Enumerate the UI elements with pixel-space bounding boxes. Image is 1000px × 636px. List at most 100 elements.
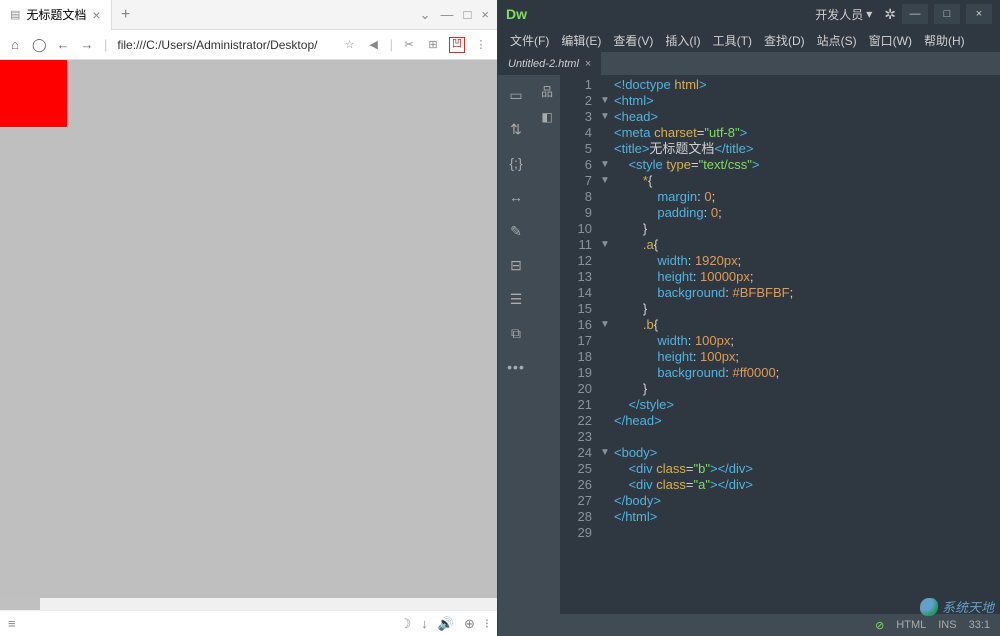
code-content[interactable]: width: 100px; (614, 333, 1000, 349)
tool-button[interactable]: ▭ (506, 85, 526, 105)
status-insert-mode[interactable]: INS (938, 619, 956, 631)
code-content[interactable]: width: 1920px; (614, 253, 1000, 269)
menu-item[interactable]: 编辑(E) (557, 30, 605, 51)
restore-icon[interactable]: ⌄ (420, 7, 431, 23)
code-content[interactable]: } (614, 301, 1000, 317)
fold-toggle-icon[interactable]: ▼ (600, 157, 614, 173)
download-icon[interactable]: ↓ (421, 616, 428, 632)
code-content[interactable]: <meta charset="utf-8"> (614, 125, 1000, 141)
browser-tab[interactable]: ▤ 无标题文档 × (0, 0, 112, 30)
fold-toggle-icon[interactable]: ▼ (600, 109, 614, 125)
fold-toggle-icon[interactable]: ▼ (600, 317, 614, 333)
gear-icon[interactable]: ✲ (884, 6, 896, 23)
menu-icon[interactable]: ≡ (8, 616, 16, 631)
code-line[interactable]: 12 width: 1920px; (560, 253, 1000, 269)
tool-button[interactable]: ☰ (506, 289, 526, 309)
code-content[interactable]: background: #ff0000; (614, 365, 1000, 381)
code-line[interactable]: 19 background: #ff0000; (560, 365, 1000, 381)
code-line[interactable]: 23 (560, 429, 1000, 445)
workspace-dropdown[interactable]: 开发人员 ▾ (809, 4, 878, 25)
dw-close-button[interactable]: × (966, 4, 992, 24)
code-content[interactable]: <div class="b"></div> (614, 461, 1000, 477)
more-tools-icon[interactable]: ••• (506, 357, 526, 377)
code-line[interactable]: 10 } (560, 221, 1000, 237)
code-content[interactable]: <head> (614, 109, 1000, 125)
fold-toggle-icon[interactable]: ▼ (600, 445, 614, 461)
code-content[interactable] (614, 429, 1000, 445)
document-tab-close[interactable]: × (585, 58, 591, 70)
code-content[interactable]: </style> (614, 397, 1000, 413)
code-line[interactable]: 2▼<html> (560, 93, 1000, 109)
pdf-icon[interactable]: 凹 (449, 37, 465, 53)
code-content[interactable]: height: 100px; (614, 349, 1000, 365)
code-content[interactable]: <style type="text/css"> (614, 157, 1000, 173)
status-ok-icon[interactable]: ⊘ (875, 619, 884, 632)
tool-button[interactable]: ↔ (506, 187, 526, 207)
night-mode-icon[interactable]: ☽ (400, 616, 412, 632)
tool-button[interactable]: ⧉ (506, 323, 526, 343)
cut-icon[interactable]: ✂ (401, 37, 417, 53)
code-line[interactable]: 7▼ *{ (560, 173, 1000, 189)
forward-button[interactable]: → (80, 37, 94, 52)
code-line[interactable]: 5<title>无标题文档</title> (560, 141, 1000, 157)
code-line[interactable]: 1<!doctype html> (560, 77, 1000, 93)
home-button[interactable]: ⌂ (8, 37, 22, 52)
code-line[interactable]: 15 } (560, 301, 1000, 317)
code-content[interactable]: background: #BFBFBF; (614, 285, 1000, 301)
menu-item[interactable]: 站点(S) (813, 30, 861, 51)
code-content[interactable]: <title>无标题文档</title> (614, 141, 1000, 157)
code-content[interactable]: .b{ (614, 317, 1000, 333)
code-line[interactable]: 25 <div class="b"></div> (560, 461, 1000, 477)
code-content[interactable]: <html> (614, 93, 1000, 109)
code-line[interactable]: 11▼ .a{ (560, 237, 1000, 253)
back-button[interactable]: ← (56, 37, 70, 52)
tool-button[interactable]: ⊟ (506, 255, 526, 275)
code-line[interactable]: 14 background: #BFBFBF; (560, 285, 1000, 301)
code-line[interactable]: 9 padding: 0; (560, 205, 1000, 221)
code-line[interactable]: 13 height: 10000px; (560, 269, 1000, 285)
dw-maximize-button[interactable]: □ (934, 4, 960, 24)
code-content[interactable]: </html> (614, 509, 1000, 525)
gutter-button[interactable]: ◧ (541, 110, 552, 124)
volume-icon[interactable]: 🔊 (438, 616, 454, 632)
fold-toggle-icon[interactable]: ▼ (600, 173, 614, 189)
code-content[interactable]: <div class="a"></div> (614, 477, 1000, 493)
tab-close-button[interactable]: × (92, 8, 100, 22)
code-line[interactable]: 16▼ .b{ (560, 317, 1000, 333)
scrollbar-thumb[interactable] (0, 598, 40, 610)
code-line[interactable]: 22</head> (560, 413, 1000, 429)
menu-item[interactable]: 窗口(W) (865, 30, 916, 51)
tool-button[interactable]: ✎ (506, 221, 526, 241)
grid-icon[interactable]: ⊞ (425, 37, 441, 53)
code-content[interactable]: <!doctype html> (614, 77, 1000, 93)
code-line[interactable]: 6▼ <style type="text/css"> (560, 157, 1000, 173)
tool-button[interactable]: ⇅ (506, 119, 526, 139)
code-line[interactable]: 27</body> (560, 493, 1000, 509)
menu-item[interactable]: 插入(I) (661, 30, 704, 51)
code-content[interactable]: margin: 0; (614, 189, 1000, 205)
fold-toggle-icon[interactable]: ▼ (600, 93, 614, 109)
code-content[interactable]: height: 10000px; (614, 269, 1000, 285)
code-line[interactable]: 29 (560, 525, 1000, 541)
code-content[interactable]: .a{ (614, 237, 1000, 253)
maximize-button[interactable]: □ (464, 7, 472, 22)
menu-item[interactable]: 工具(T) (709, 30, 756, 51)
code-line[interactable]: 21 </style> (560, 397, 1000, 413)
code-line[interactable]: 8 margin: 0; (560, 189, 1000, 205)
code-content[interactable]: *{ (614, 173, 1000, 189)
dw-minimize-button[interactable]: — (902, 4, 928, 24)
new-tab-button[interactable]: + (112, 6, 140, 24)
block-icon[interactable]: ◀ (366, 37, 382, 53)
reload-button[interactable]: ◯ (32, 37, 46, 53)
menu-item[interactable]: 帮助(H) (920, 30, 969, 51)
status-more-icon[interactable]: ⁝ (485, 616, 489, 632)
code-line[interactable]: 4<meta charset="utf-8"> (560, 125, 1000, 141)
close-window-button[interactable]: × (481, 7, 489, 22)
code-line[interactable]: 26 <div class="a"></div> (560, 477, 1000, 493)
url-field[interactable]: file:///C:/Users/Administrator/Desktop/ (117, 38, 331, 52)
zoom-icon[interactable]: ⊕ (464, 616, 475, 632)
fold-toggle-icon[interactable]: ▼ (600, 237, 614, 253)
tool-button[interactable]: {;} (506, 153, 526, 173)
code-line[interactable]: 20 } (560, 381, 1000, 397)
code-content[interactable]: <body> (614, 445, 1000, 461)
